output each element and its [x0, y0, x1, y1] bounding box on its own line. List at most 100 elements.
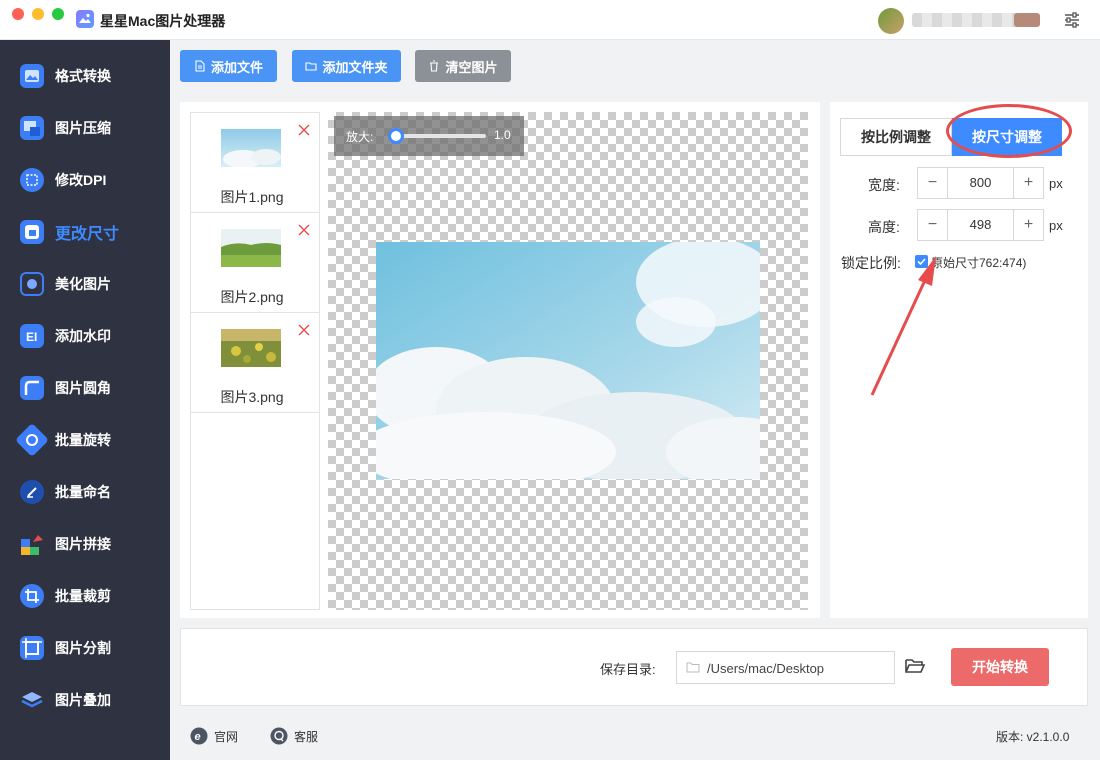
sidebar: 格式转换 图片压缩 修改DPI 更改尺寸 美化图片 EI 添加水印 图片圆角 批…: [0, 40, 170, 760]
watermark-icon: EI: [20, 324, 44, 348]
user-name-blurred: [912, 13, 1040, 27]
support-link[interactable]: 客服: [270, 727, 318, 745]
window-maximize-button[interactable]: [52, 8, 64, 20]
zoom-control: 放大: 1.0: [334, 116, 524, 156]
sidebar-item-label: 图片圆角: [55, 380, 111, 396]
add-file-label: 添加文件: [210, 59, 263, 75]
svg-text:e: e: [195, 731, 201, 743]
save-directory-label: 保存目录:: [600, 662, 656, 677]
sidebar-item-overlay[interactable]: 图片叠加: [0, 674, 170, 726]
file-name: 图片3.png: [220, 389, 284, 405]
zoom-value: 1.0: [494, 128, 511, 142]
sidebar-item-label: 添加水印: [55, 328, 111, 344]
settings-sliders-icon[interactable]: [1062, 10, 1082, 30]
sidebar-item-label: 批量旋转: [55, 432, 111, 448]
width-input[interactable]: [948, 168, 1013, 198]
height-unit: px: [1049, 218, 1063, 233]
browse-folder-icon[interactable]: [904, 656, 926, 676]
annotation-arrow-icon: [870, 256, 936, 396]
remove-file-icon[interactable]: [297, 323, 311, 337]
file-icon: [195, 60, 205, 72]
height-increment-button[interactable]: +: [1013, 210, 1043, 240]
clear-images-label: 清空图片: [445, 59, 498, 75]
sidebar-item-format[interactable]: 格式转换: [0, 50, 170, 102]
save-directory-path: /Users/mac/Desktop: [707, 661, 825, 676]
sidebar-item-crop[interactable]: 批量裁剪: [0, 570, 170, 622]
width-label: 宽度:: [868, 177, 900, 193]
format-icon: [20, 64, 44, 88]
app-title: 星星Mac图片处理器: [100, 13, 226, 29]
svg-text:EI: EI: [26, 330, 37, 344]
remove-file-icon[interactable]: [297, 123, 311, 137]
file-name: 图片1.png: [220, 189, 284, 205]
rotate-icon: [15, 423, 49, 457]
preview-image: [376, 242, 760, 479]
sidebar-item-label: 批量命名: [55, 484, 111, 500]
sidebar-item-rename[interactable]: 批量命名: [0, 466, 170, 518]
resize-icon: [20, 220, 44, 244]
sidebar-item-label: 图片拼接: [55, 536, 111, 552]
file-list-item[interactable]: 图片3.png: [191, 313, 319, 413]
crop-icon: [20, 584, 44, 608]
sidebar-item-beautify[interactable]: 美化图片: [0, 258, 170, 310]
user-avatar[interactable]: [878, 8, 904, 34]
zoom-slider-track[interactable]: [396, 134, 486, 138]
file-list-item[interactable]: 图片1.png: [191, 113, 319, 213]
thumbnail-image: [221, 229, 281, 267]
width-decrement-button[interactable]: −: [918, 168, 948, 198]
sidebar-item-label: 图片分割: [55, 640, 111, 656]
website-icon: e: [190, 727, 208, 745]
split-icon: [20, 636, 44, 660]
app-logo-icon: [76, 10, 94, 28]
window-close-button[interactable]: [12, 8, 24, 20]
height-input[interactable]: [948, 210, 1013, 240]
sidebar-item-label: 美化图片: [55, 276, 111, 292]
sidebar-item-label: 图片叠加: [55, 692, 111, 708]
sidebar-item-rotate[interactable]: 批量旋转: [0, 414, 170, 466]
annotation-circle: [946, 104, 1072, 158]
sidebar-item-split[interactable]: 图片分割: [0, 622, 170, 674]
add-folder-button[interactable]: 添加文件夹: [292, 50, 401, 82]
start-convert-button[interactable]: 开始转换: [951, 648, 1049, 686]
thumbnail-image: [221, 329, 281, 367]
overlay-icon: [20, 688, 44, 712]
add-file-button[interactable]: 添加文件: [180, 50, 277, 82]
add-folder-label: 添加文件夹: [322, 59, 388, 75]
zoom-label: 放大:: [346, 130, 374, 144]
file-list-item[interactable]: 图片2.png: [191, 213, 319, 313]
width-increment-button[interactable]: +: [1013, 168, 1043, 198]
clear-images-button[interactable]: 清空图片: [415, 50, 511, 82]
window-minimize-button[interactable]: [32, 8, 44, 20]
height-decrement-button[interactable]: −: [918, 210, 948, 240]
round-corner-icon: [20, 376, 44, 400]
website-link[interactable]: e 官网: [190, 727, 238, 745]
folder-outline-icon: [686, 662, 700, 673]
trash-icon: [430, 60, 439, 72]
sidebar-item-dpi[interactable]: 修改DPI: [0, 154, 170, 206]
sidebar-item-resize[interactable]: 更改尺寸: [0, 206, 170, 258]
compress-icon: [20, 116, 44, 140]
folder-icon: [305, 62, 318, 71]
sidebar-item-stitch[interactable]: 图片拼接: [0, 518, 170, 570]
sidebar-item-compress[interactable]: 图片压缩: [0, 102, 170, 154]
remove-file-icon[interactable]: [297, 223, 311, 237]
dpi-icon: [20, 168, 44, 192]
sidebar-item-watermark[interactable]: EI 添加水印: [0, 310, 170, 362]
support-label: 客服: [294, 729, 319, 744]
file-name: 图片2.png: [220, 289, 284, 305]
sidebar-item-round-corner[interactable]: 图片圆角: [0, 362, 170, 414]
height-label: 高度:: [868, 219, 900, 235]
sidebar-item-label: 更改尺寸: [55, 226, 120, 243]
website-label: 官网: [214, 729, 239, 744]
rename-icon: [20, 480, 44, 504]
thumbnail-image: [221, 129, 281, 167]
sidebar-item-label: 图片压缩: [55, 120, 111, 136]
sidebar-item-label: 格式转换: [55, 68, 111, 84]
save-directory-field[interactable]: /Users/mac/Desktop: [676, 651, 895, 684]
support-chat-icon: [270, 727, 288, 745]
tab-resize-by-ratio[interactable]: 按比例调整: [840, 118, 952, 156]
zoom-slider-handle[interactable]: [388, 128, 404, 144]
sidebar-item-label: 修改DPI: [55, 172, 107, 188]
width-stepper: − +: [917, 167, 1044, 199]
stitch-icon: [20, 532, 44, 556]
